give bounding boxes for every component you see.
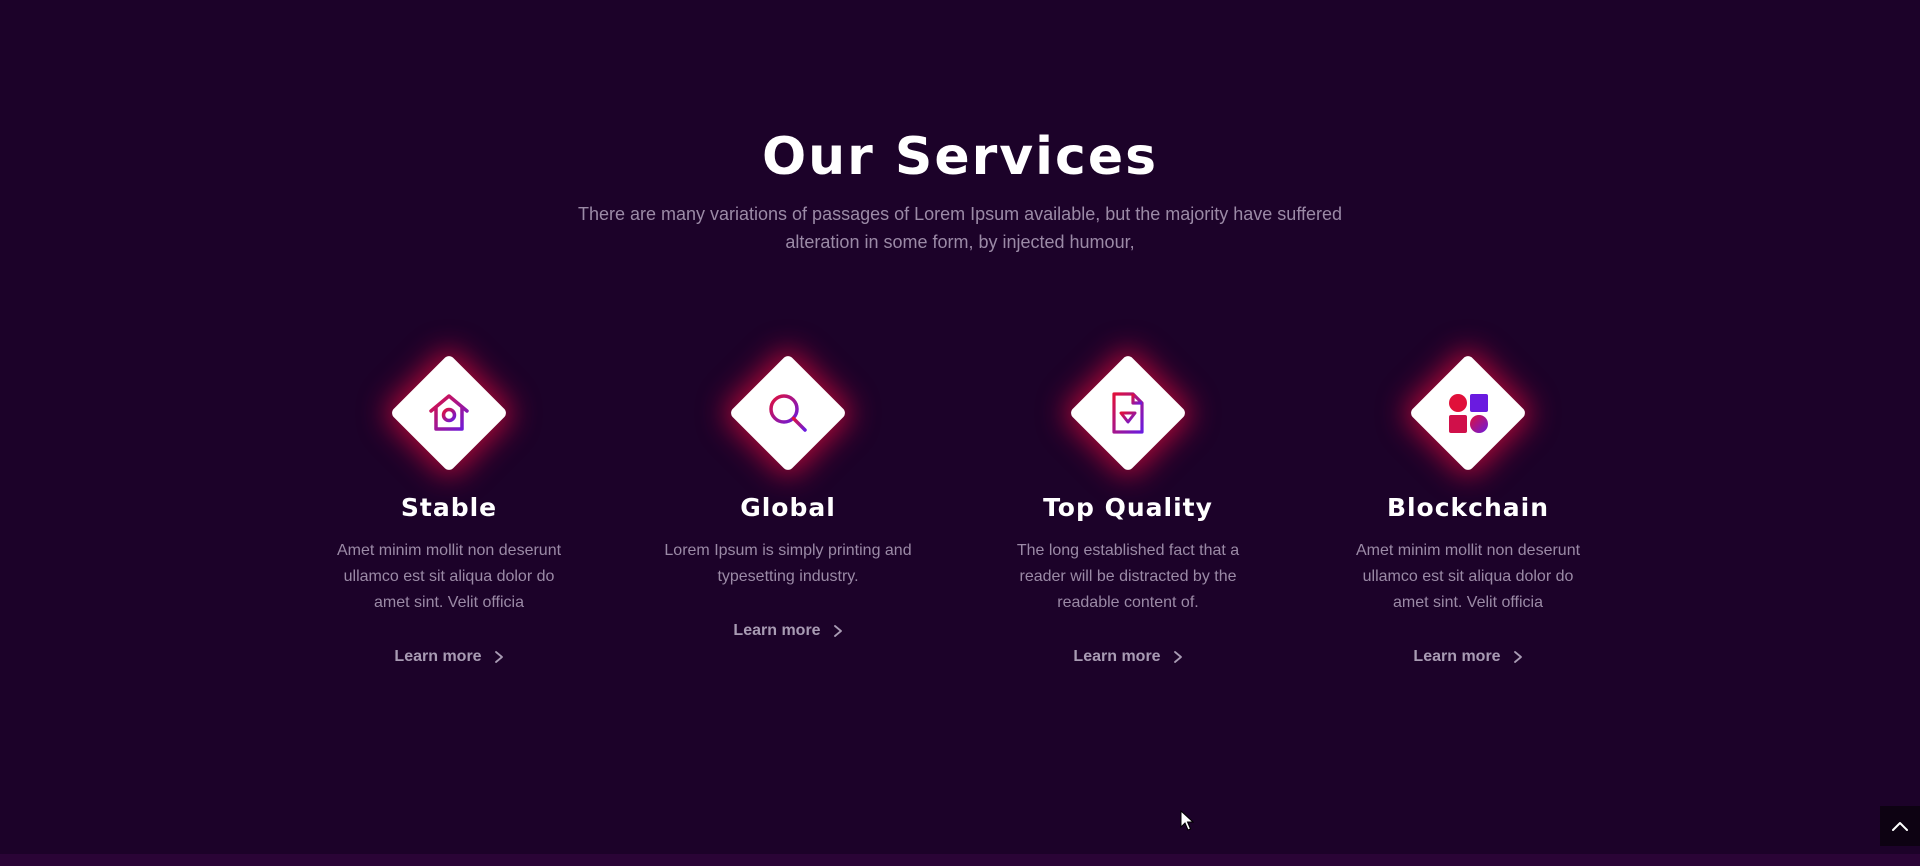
- service-card-global: Global Lorem Ipsum is simply printing an…: [658, 340, 918, 640]
- chevron-right-icon: [494, 651, 503, 663]
- magnifier-icon: [769, 394, 807, 432]
- service-title: Blockchain: [1386, 493, 1550, 522]
- service-icon-badge: [728, 353, 848, 473]
- service-card-top-quality: Top Quality The long established fact th…: [998, 340, 1258, 666]
- learn-more-link[interactable]: Learn more: [733, 622, 842, 640]
- service-description: Amet minim mollit non deserunt ullamco e…: [336, 542, 562, 611]
- service-title: Stable: [400, 493, 498, 522]
- section-subtitle: There are many variations of passages of…: [577, 204, 1343, 252]
- section-title: Our Services: [761, 127, 1159, 187]
- learn-more-label: Learn more: [733, 622, 821, 639]
- services-page: Our Services There are many variations o…: [0, 0, 1920, 866]
- service-title: Top Quality: [1043, 493, 1213, 522]
- service-title: Global: [740, 493, 836, 522]
- chevron-right-icon: [1513, 651, 1522, 663]
- learn-more-link[interactable]: Learn more: [394, 648, 503, 666]
- service-card-stable: Stable Amet minim mollit non deserunt ul…: [319, 340, 579, 666]
- learn-more-label: Learn more: [394, 648, 482, 665]
- service-description: Amet minim mollit non deserunt ullamco e…: [1355, 542, 1581, 611]
- footer-edge: [0, 854, 1920, 866]
- learn-more-label: Learn more: [1073, 648, 1161, 665]
- service-icon-badge: [1068, 353, 1188, 473]
- chevron-right-icon: [833, 625, 842, 637]
- learn-more-label: Learn more: [1413, 648, 1501, 665]
- mouse-cursor-icon: [1180, 810, 1194, 831]
- service-icon-badge: [389, 353, 509, 473]
- service-description: Lorem Ipsum is simply printing and types…: [664, 542, 912, 585]
- chevron-up-icon: [1892, 822, 1908, 831]
- shapes-grid-icon: [1449, 394, 1488, 433]
- service-card-blockchain: Blockchain Amet minim mollit non deserun…: [1338, 340, 1598, 666]
- house-icon: [429, 394, 469, 431]
- learn-more-link[interactable]: Learn more: [1073, 648, 1182, 666]
- learn-more-link[interactable]: Learn more: [1413, 648, 1522, 666]
- document-diamond-icon: [1112, 392, 1144, 434]
- service-description: The long established fact that a reader …: [1016, 542, 1240, 611]
- services-grid: Stable Amet minim mollit non deserunt ul…: [0, 340, 1920, 710]
- scroll-to-top-button[interactable]: [1880, 806, 1920, 846]
- chevron-right-icon: [1173, 651, 1182, 663]
- service-icon-badge: [1408, 353, 1528, 473]
